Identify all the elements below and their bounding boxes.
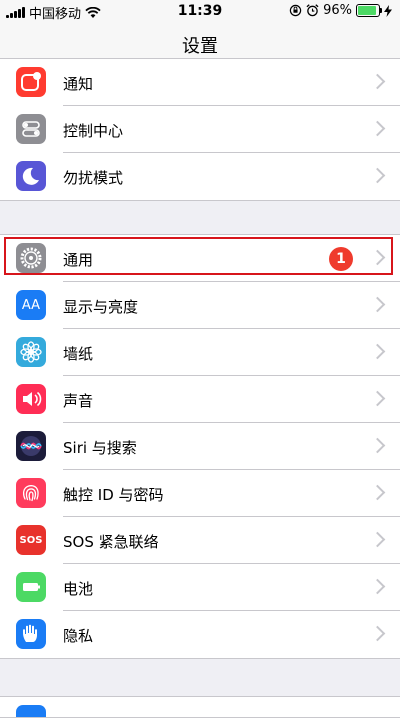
row-label: 控制中心 xyxy=(63,122,124,140)
do-not-disturb-moon-icon xyxy=(16,161,46,191)
chevron-right-icon xyxy=(369,296,386,313)
chevron-right-icon xyxy=(369,167,386,184)
chevron-right-icon xyxy=(369,343,386,360)
row-label: 显示与亮度 xyxy=(63,298,139,316)
settings-group-3-partial xyxy=(0,696,400,718)
row-label: 通知 xyxy=(63,75,94,93)
chevron-right-icon xyxy=(369,390,386,407)
row-label: 声音 xyxy=(63,392,94,410)
settings-row-siri-search[interactable]: Siri 与搜索 xyxy=(0,423,400,470)
row-label: 墙纸 xyxy=(63,345,94,363)
settings-group-2: 通用 1 AA 显示与亮度 墙纸 声音 Siri 与搜索 触控 ID 与密码 S… xyxy=(0,234,400,659)
display-brightness-icon: AA xyxy=(16,290,46,320)
sound-speaker-icon xyxy=(16,384,46,414)
battery-indicator-icon xyxy=(356,4,382,17)
row-label: SOS 紧急联络 xyxy=(63,533,159,551)
row-label: Siri 与搜索 xyxy=(63,439,137,457)
row-label: 通用 xyxy=(63,251,94,269)
settings-row-wallpaper[interactable]: 墙纸 xyxy=(0,329,400,376)
settings-row-notifications[interactable]: 通知 xyxy=(0,59,400,106)
chevron-right-icon xyxy=(369,531,386,548)
settings-group-1: 通知 控制中心 勿扰模式 xyxy=(0,58,400,201)
page-title: 设置 xyxy=(182,36,218,57)
row-label: 隐私 xyxy=(63,627,94,645)
app-store-icon xyxy=(16,705,46,717)
battery-percentage: 96% xyxy=(323,3,352,18)
row-label: 勿扰模式 xyxy=(63,169,124,187)
status-bar: 中国移动 11:39 96% xyxy=(0,0,400,22)
control-center-icon xyxy=(16,114,46,144)
status-right: 96% xyxy=(289,3,392,18)
settings-row-touch-id-passcode[interactable]: 触控 ID 与密码 xyxy=(0,470,400,517)
fingerprint-icon xyxy=(16,478,46,508)
settings-row-control-center[interactable]: 控制中心 xyxy=(0,106,400,153)
settings-row-do-not-disturb[interactable]: 勿扰模式 xyxy=(0,153,400,200)
settings-row-display-brightness[interactable]: AA 显示与亮度 xyxy=(0,282,400,329)
settings-row-sounds[interactable]: 声音 xyxy=(0,376,400,423)
row-label: 电池 xyxy=(63,580,94,598)
row-label: 触控 ID 与密码 xyxy=(63,486,164,504)
wallpaper-flower-icon xyxy=(16,337,46,367)
chevron-right-icon xyxy=(369,578,386,595)
chevron-right-icon xyxy=(369,437,386,454)
chevron-right-icon xyxy=(369,249,386,266)
settings-row-privacy[interactable]: 隐私 xyxy=(0,611,400,658)
sos-icon: SOS xyxy=(16,525,46,555)
orientation-lock-icon xyxy=(289,4,302,17)
chevron-right-icon xyxy=(369,73,386,90)
chevron-right-icon xyxy=(369,120,386,137)
step-number-badge: 1 xyxy=(329,247,353,271)
charging-bolt-icon xyxy=(384,4,392,17)
gear-icon xyxy=(16,243,46,273)
notifications-icon xyxy=(16,67,46,97)
chevron-right-icon xyxy=(369,625,386,642)
battery-icon xyxy=(16,572,46,602)
settings-row-emergency-sos[interactable]: SOS SOS 紧急联络 xyxy=(0,517,400,564)
privacy-hand-icon xyxy=(16,619,46,649)
chevron-right-icon xyxy=(369,484,386,501)
alarm-icon xyxy=(306,4,319,17)
siri-icon xyxy=(16,431,46,461)
settings-row-general[interactable]: 通用 1 xyxy=(0,235,400,282)
settings-row-battery[interactable]: 电池 xyxy=(0,564,400,611)
